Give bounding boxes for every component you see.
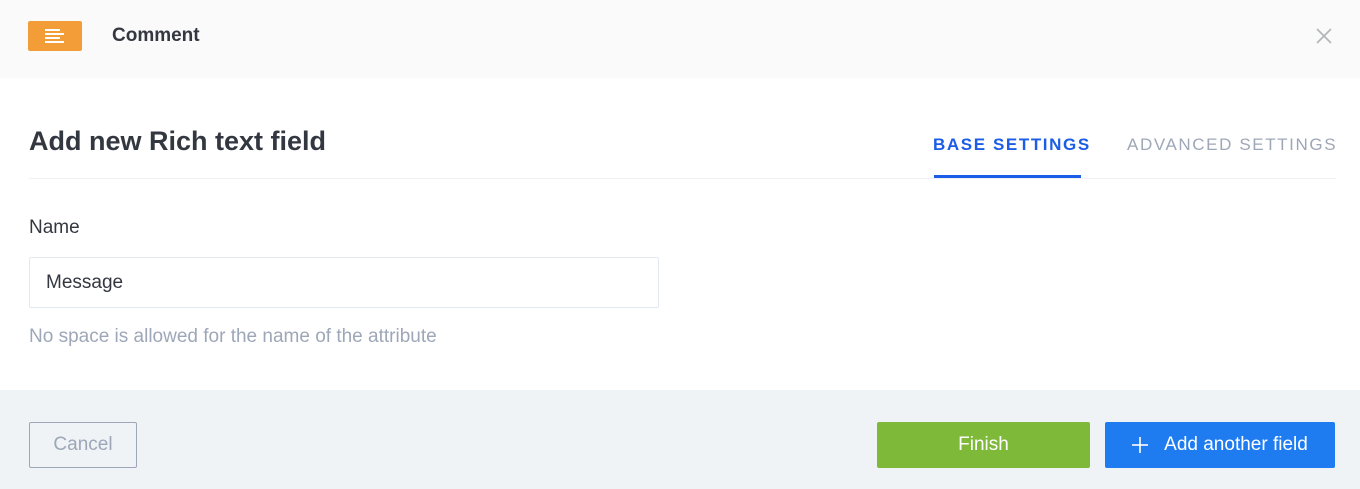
cancel-button[interactable]: Cancel (29, 422, 137, 468)
add-another-field-button[interactable]: Add another field (1105, 422, 1335, 468)
finish-button[interactable]: Finish (877, 422, 1090, 468)
modal-header: Comment (0, 0, 1360, 78)
name-input[interactable] (29, 257, 659, 308)
name-field-hint: No space is allowed for the name of the … (29, 326, 437, 347)
name-field-label: Name (29, 217, 80, 238)
add-another-field-label: Add another field (1164, 434, 1308, 455)
page-title: Add new Rich text field (29, 126, 327, 156)
add-field-modal: Comment Add new Rich text field BASE SET… (0, 0, 1360, 489)
tab-advanced-settings[interactable]: ADVANCED SETTINGS (1127, 134, 1337, 156)
content-type-name: Comment (112, 25, 200, 46)
rich-text-icon (28, 21, 82, 51)
plus-icon (1132, 437, 1149, 453)
close-icon[interactable] (1314, 26, 1334, 46)
modal-footer: Cancel Finish Add another field (0, 390, 1360, 489)
tab-base-settings[interactable]: BASE SETTINGS (933, 134, 1091, 156)
header-divider (29, 178, 1336, 179)
